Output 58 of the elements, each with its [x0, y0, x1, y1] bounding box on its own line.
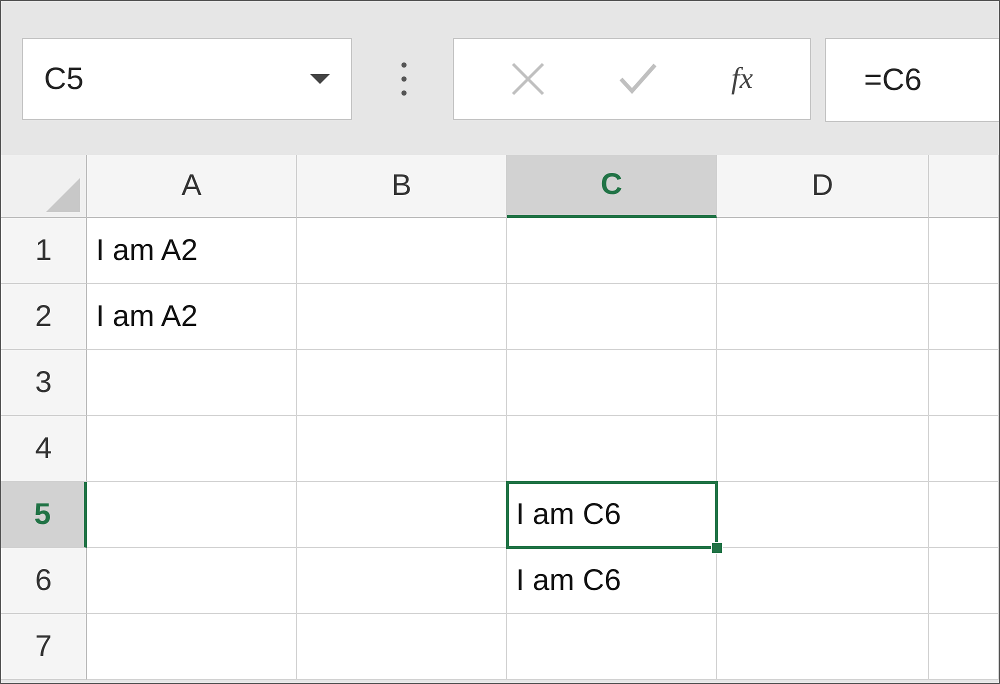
table-cell[interactable]: I am A2	[87, 218, 297, 284]
row-header[interactable]: 2	[1, 284, 87, 350]
cell-text: I am A2	[96, 300, 198, 334]
caret-icon[interactable]	[310, 74, 330, 84]
table-cell[interactable]	[297, 218, 507, 284]
table-cell[interactable]	[297, 416, 507, 482]
column-header[interactable]: C	[507, 155, 717, 218]
column-header[interactable]: B	[297, 155, 507, 218]
table-cell[interactable]	[717, 614, 929, 680]
column-header[interactable]	[929, 155, 999, 218]
table-cell[interactable]	[87, 416, 297, 482]
table-cell[interactable]	[507, 218, 717, 284]
table-cell[interactable]	[297, 284, 507, 350]
table-cell[interactable]	[929, 416, 999, 482]
row-header[interactable]: 3	[1, 350, 87, 416]
check-icon[interactable]	[619, 63, 658, 95]
table-cell[interactable]	[507, 284, 717, 350]
cancel-icon[interactable]	[511, 62, 546, 96]
table-cell[interactable]: I am A2	[87, 284, 297, 350]
table-cell[interactable]	[297, 548, 507, 614]
table-cell[interactable]	[717, 350, 929, 416]
table-cell[interactable]	[929, 614, 999, 680]
table-cell[interactable]: I am C6	[507, 482, 717, 548]
row-header[interactable]: 1	[1, 218, 87, 284]
table-cell[interactable]	[929, 548, 999, 614]
insert-function-button[interactable]: fx	[731, 62, 753, 96]
table-cell[interactable]	[929, 350, 999, 416]
row-header[interactable]: 5	[1, 482, 87, 548]
more-icon[interactable]	[401, 62, 407, 96]
row-header[interactable]: 4	[1, 416, 87, 482]
column-header[interactable]: A	[87, 155, 297, 218]
table-cell[interactable]	[87, 482, 297, 548]
table-cell[interactable]	[929, 284, 999, 350]
cell-text: I am C6	[516, 498, 622, 532]
column-header[interactable]: D	[717, 155, 929, 218]
cell-text: I am A2	[96, 234, 198, 268]
row-header[interactable]: 7	[1, 614, 87, 680]
triangle-icon	[46, 178, 80, 212]
table-cell[interactable]	[297, 614, 507, 680]
table-cell[interactable]	[929, 482, 999, 548]
table-cell[interactable]	[717, 284, 929, 350]
table-cell[interactable]	[297, 350, 507, 416]
table-cell[interactable]	[507, 350, 717, 416]
select-all-button[interactable]	[1, 155, 87, 218]
table-cell[interactable]	[717, 218, 929, 284]
cell-reference: C5	[44, 61, 84, 97]
table-cell[interactable]	[87, 350, 297, 416]
cell-text: I am C6	[516, 564, 622, 598]
table-cell[interactable]	[507, 614, 717, 680]
fill-handle[interactable]	[711, 542, 723, 554]
name-box[interactable]: C5	[22, 38, 352, 120]
table-cell[interactable]	[929, 218, 999, 284]
table-cell[interactable]	[87, 548, 297, 614]
table-cell[interactable]	[717, 416, 929, 482]
formula-text: =C6	[864, 62, 922, 98]
formula-field[interactable]: =C6	[825, 38, 999, 122]
row-header[interactable]: 6	[1, 548, 87, 614]
table-cell[interactable]	[87, 614, 297, 680]
